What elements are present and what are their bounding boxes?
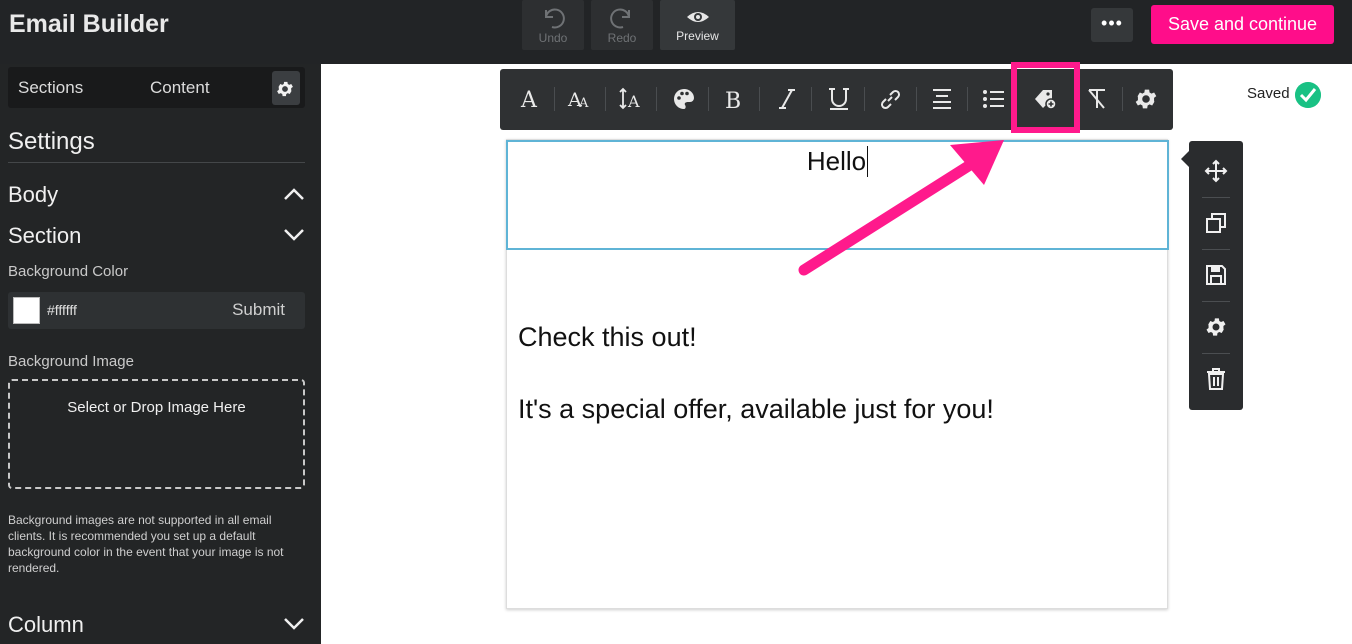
background-color-label: Background Color xyxy=(8,263,129,280)
preview-button[interactable]: Preview xyxy=(660,0,735,50)
bold-icon[interactable]: B xyxy=(721,86,747,112)
background-image-label: Background Image xyxy=(8,353,134,370)
link-icon[interactable] xyxy=(877,86,903,112)
move-icon[interactable] xyxy=(1204,159,1228,183)
align-icon[interactable] xyxy=(929,86,955,112)
gear-icon xyxy=(277,81,293,97)
duplicate-icon[interactable] xyxy=(1204,211,1228,235)
redo-icon xyxy=(610,8,630,29)
submit-button[interactable]: Submit xyxy=(232,300,285,320)
separator xyxy=(1202,301,1230,302)
tab-settings[interactable] xyxy=(272,71,300,105)
undo-icon xyxy=(545,8,565,29)
italic-icon[interactable] xyxy=(774,86,800,112)
more-options-button[interactable]: ••• xyxy=(1091,8,1133,42)
accordion-body[interactable]: Body xyxy=(8,182,305,208)
accordion-body-label: Body xyxy=(8,182,59,207)
svg-text:B: B xyxy=(725,89,741,112)
settings-heading: Settings xyxy=(8,128,95,155)
preview-label: Preview xyxy=(676,29,719,43)
color-swatch[interactable] xyxy=(13,297,40,324)
save-and-continue-button[interactable]: Save and continue xyxy=(1151,5,1334,44)
underline-icon[interactable] xyxy=(826,86,852,112)
highlight-box xyxy=(1011,62,1080,133)
body-line-1[interactable]: Check this out! xyxy=(518,322,697,353)
list-icon[interactable] xyxy=(981,86,1007,112)
background-color-field: #ffffff Submit xyxy=(8,292,305,329)
accordion-column[interactable]: Column xyxy=(8,612,305,638)
accordion-section[interactable]: Section xyxy=(8,223,305,249)
separator xyxy=(708,87,709,111)
separator xyxy=(811,87,812,111)
redo-button[interactable]: Redo xyxy=(591,0,653,50)
svg-text:A: A xyxy=(578,96,589,111)
background-image-note: Background images are not supported in a… xyxy=(8,513,284,575)
separator xyxy=(1122,87,1123,111)
svg-text:A: A xyxy=(627,92,640,111)
app-title: Email Builder xyxy=(9,10,169,38)
divider xyxy=(8,162,305,163)
tab-sections[interactable]: Sections xyxy=(18,78,83,98)
saved-status: Saved xyxy=(1247,85,1290,102)
separator xyxy=(605,87,606,111)
line-height-icon[interactable]: A xyxy=(618,86,644,112)
background-color-input[interactable]: #ffffff xyxy=(47,302,77,318)
eye-icon xyxy=(686,12,709,22)
separator xyxy=(1202,353,1230,354)
redo-label: Redo xyxy=(607,31,637,45)
top-bar: Email Builder Undo Redo Preview ••• Save… xyxy=(0,0,1352,64)
accordion-column-label: Column xyxy=(8,612,84,637)
undo-button[interactable]: Undo xyxy=(522,0,584,50)
separator xyxy=(916,87,917,111)
undo-label: Undo xyxy=(538,31,568,45)
separator xyxy=(1202,197,1230,198)
clear-format-icon[interactable] xyxy=(1084,86,1110,112)
accordion-section-label: Section xyxy=(8,223,82,248)
image-dropzone[interactable]: Select or Drop Image Here xyxy=(8,379,305,489)
trash-icon[interactable] xyxy=(1204,367,1228,391)
settings-sidebar: Sections Content Settings Body Section B… xyxy=(0,64,321,644)
separator xyxy=(1202,249,1230,250)
separator xyxy=(554,87,555,111)
separator xyxy=(759,87,760,111)
hello-text[interactable]: Hello xyxy=(807,146,869,177)
font-icon[interactable]: A xyxy=(518,86,544,112)
separator xyxy=(967,87,968,111)
gear-icon[interactable] xyxy=(1133,86,1159,112)
color-palette-icon[interactable] xyxy=(671,86,697,112)
body-line-2[interactable]: It's a special offer, available just for… xyxy=(518,394,994,425)
save-icon[interactable] xyxy=(1204,263,1228,287)
chevron-down-icon xyxy=(284,229,304,241)
sidebar-tabs: Sections Content xyxy=(8,67,305,108)
dropzone-label: Select or Drop Image Here xyxy=(67,399,246,416)
separator xyxy=(864,87,865,111)
font-size-icon[interactable]: AA xyxy=(567,86,593,112)
tab-content[interactable]: Content xyxy=(150,78,210,98)
gear-icon[interactable] xyxy=(1204,315,1228,339)
block-tools xyxy=(1181,141,1243,410)
chevron-down-icon xyxy=(284,618,304,630)
selected-text-block[interactable]: Hello xyxy=(506,140,1169,250)
separator xyxy=(656,87,657,111)
chevron-up-icon xyxy=(284,188,304,200)
svg-text:A: A xyxy=(520,88,538,112)
check-icon xyxy=(1295,82,1321,108)
